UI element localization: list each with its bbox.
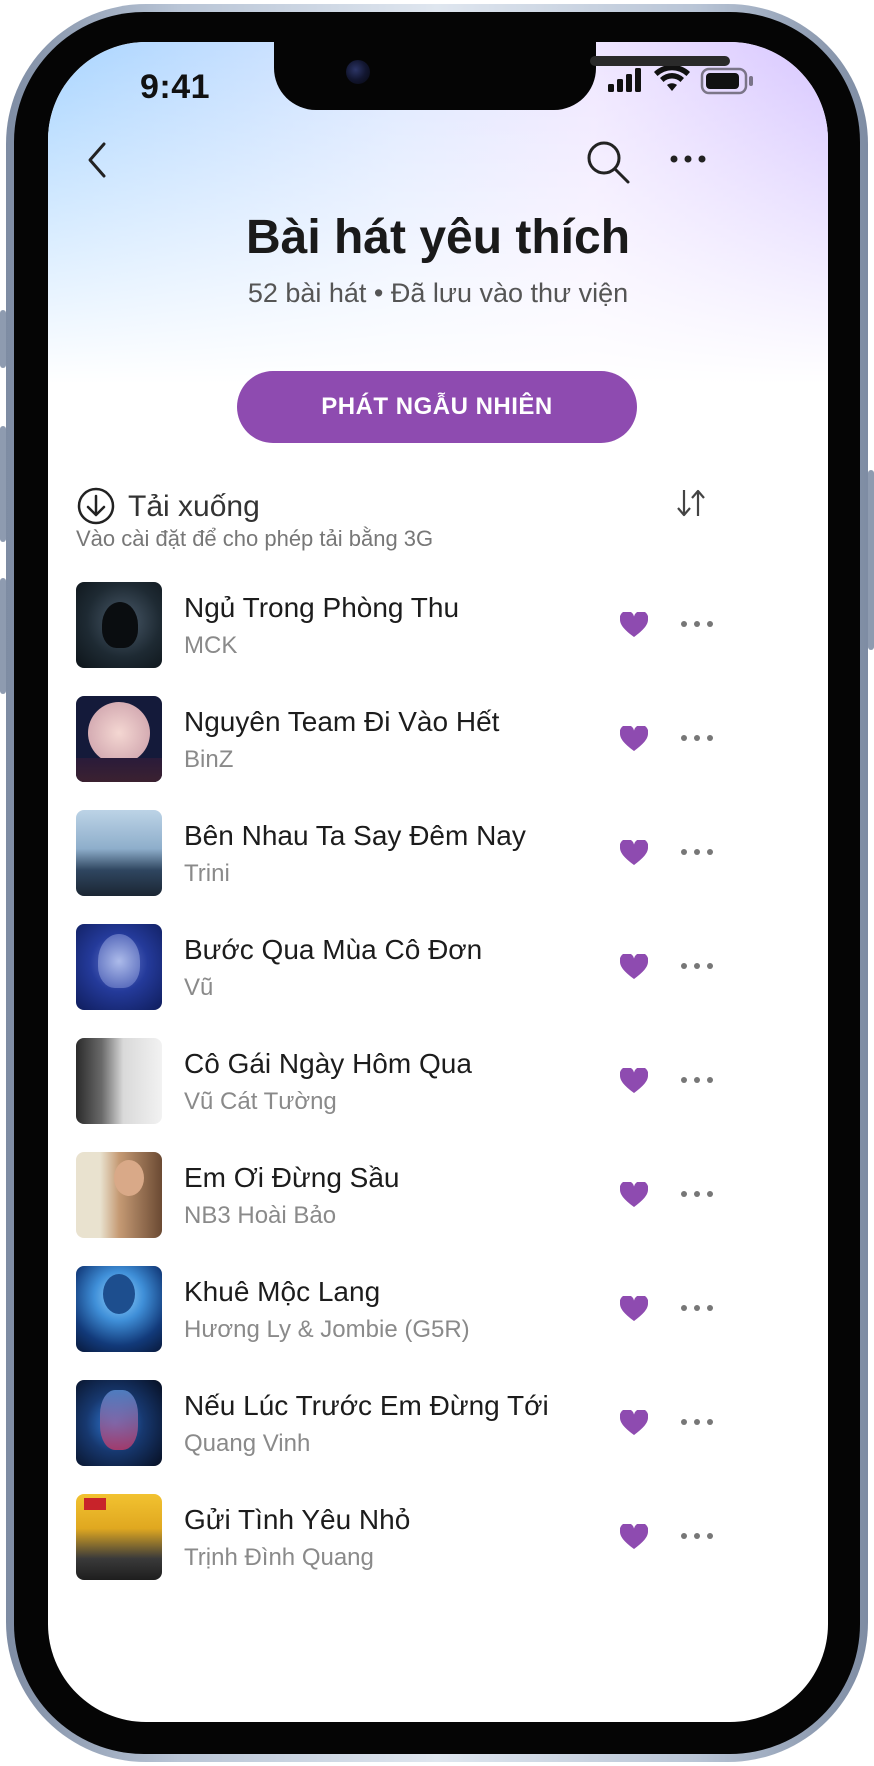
song-artist: NB3 Hoài Bảo	[184, 1202, 337, 1229]
signal-icon	[608, 68, 641, 92]
album-cover	[76, 1152, 162, 1238]
heart-icon[interactable]	[620, 1296, 648, 1322]
song-row[interactable]: Bên Nhau Ta Say Đêm Nay Trini	[48, 810, 828, 924]
song-artist: Trịnh Đình Quang	[184, 1544, 374, 1571]
album-cover	[76, 1380, 162, 1466]
more-icon[interactable]	[680, 840, 714, 864]
album-cover	[76, 1266, 162, 1352]
album-cover	[76, 810, 162, 896]
side-button-power	[868, 470, 874, 650]
side-button-volume-up	[0, 426, 6, 542]
more-icon[interactable]	[680, 1068, 714, 1092]
song-artist: MCK	[184, 632, 238, 659]
heart-icon[interactable]	[620, 954, 648, 980]
more-icon[interactable]	[680, 726, 714, 750]
song-row[interactable]: Ngủ Trong Phòng Thu MCK	[48, 582, 828, 696]
song-artist: Vũ Cát Tường	[184, 1088, 337, 1115]
status-time: 9:41	[140, 68, 211, 106]
sort-icon[interactable]	[674, 486, 708, 520]
heart-icon[interactable]	[620, 1182, 648, 1208]
song-title: Nguyên Team Đi Vào Hết	[184, 706, 500, 737]
heart-icon[interactable]	[620, 612, 648, 638]
song-artist: Quang Vinh	[184, 1430, 311, 1457]
more-icon[interactable]	[680, 612, 714, 636]
song-row[interactable]: Bước Qua Mùa Cô Đơn Vũ	[48, 924, 828, 1038]
search-icon[interactable]	[584, 138, 634, 188]
song-artist: Vũ	[184, 974, 214, 1001]
more-icon[interactable]	[680, 1182, 714, 1206]
more-icon[interactable]	[680, 954, 714, 978]
side-button-mute	[0, 310, 6, 368]
app-screen: 9:41 Bài hát yêu thích 52 bài hát • Đã l…	[48, 42, 828, 1722]
page-title: Bài hát yêu thích	[245, 211, 631, 264]
more-icon[interactable]	[680, 1524, 714, 1548]
speaker-grille	[590, 56, 730, 66]
page-subtitle: 52 bài hát • Đã lưu vào thư viện	[247, 278, 629, 308]
song-title: Ngủ Trong Phòng Thu	[184, 592, 460, 623]
song-row[interactable]: Em Ơi Đừng Sầu NB3 Hoài Bảo	[48, 1152, 828, 1266]
song-row[interactable]: Nếu Lúc Trước Em Đừng Tới Quang Vinh	[48, 1380, 828, 1494]
song-title: Khuê Mộc Lang	[184, 1276, 381, 1307]
album-cover	[76, 582, 162, 668]
wifi-icon	[654, 64, 690, 91]
back-icon[interactable]	[78, 138, 118, 182]
album-cover	[76, 924, 162, 1010]
shuffle-play-button[interactable]: PHÁT NGẪU NHIÊN	[237, 371, 637, 443]
heart-icon[interactable]	[620, 1410, 648, 1436]
song-artist: BinZ	[184, 746, 234, 773]
download-hint: Vào cài đặt để cho phép tải bằng 3G	[76, 526, 434, 551]
side-button-volume-down	[0, 578, 6, 694]
album-cover	[76, 696, 162, 782]
song-row[interactable]: Gửi Tình Yêu Nhỏ Trịnh Đình Quang	[48, 1494, 828, 1608]
song-title: Nếu Lúc Trước Em Đừng Tới	[184, 1390, 549, 1421]
song-row[interactable]: Cô Gái Ngày Hôm Qua Vũ Cát Tường	[48, 1038, 828, 1152]
heart-icon[interactable]	[620, 1524, 648, 1550]
album-cover	[76, 1038, 162, 1124]
top-nav	[48, 138, 828, 208]
song-title: Gửi Tình Yêu Nhỏ	[184, 1504, 411, 1535]
song-row[interactable]: Khuê Mộc Lang Hương Ly & Jombie (G5R)	[48, 1266, 828, 1380]
song-artist: Trini	[184, 860, 230, 887]
song-artist: Hương Ly & Jombie (G5R)	[184, 1316, 470, 1343]
dynamic-notch	[274, 42, 730, 110]
heart-icon[interactable]	[620, 1068, 648, 1094]
more-options-icon[interactable]	[668, 144, 710, 174]
status-indicators	[608, 64, 753, 95]
song-title: Bước Qua Mùa Cô Đơn	[184, 934, 483, 965]
song-title: Bên Nhau Ta Say Đêm Nay	[184, 820, 526, 851]
download-label: Tải xuống	[128, 490, 260, 523]
song-row[interactable]: Nguyên Team Đi Vào Hết BinZ	[48, 696, 828, 810]
more-icon[interactable]	[680, 1296, 714, 1320]
front-camera	[346, 60, 370, 84]
heart-icon[interactable]	[620, 840, 648, 866]
song-title: Em Ơi Đừng Sầu	[184, 1162, 400, 1193]
download-icon	[77, 487, 115, 525]
song-title: Cô Gái Ngày Hôm Qua	[184, 1048, 472, 1079]
battery-icon	[700, 67, 753, 95]
more-icon[interactable]	[680, 1410, 714, 1434]
heart-icon[interactable]	[620, 726, 648, 752]
album-cover	[76, 1494, 162, 1580]
